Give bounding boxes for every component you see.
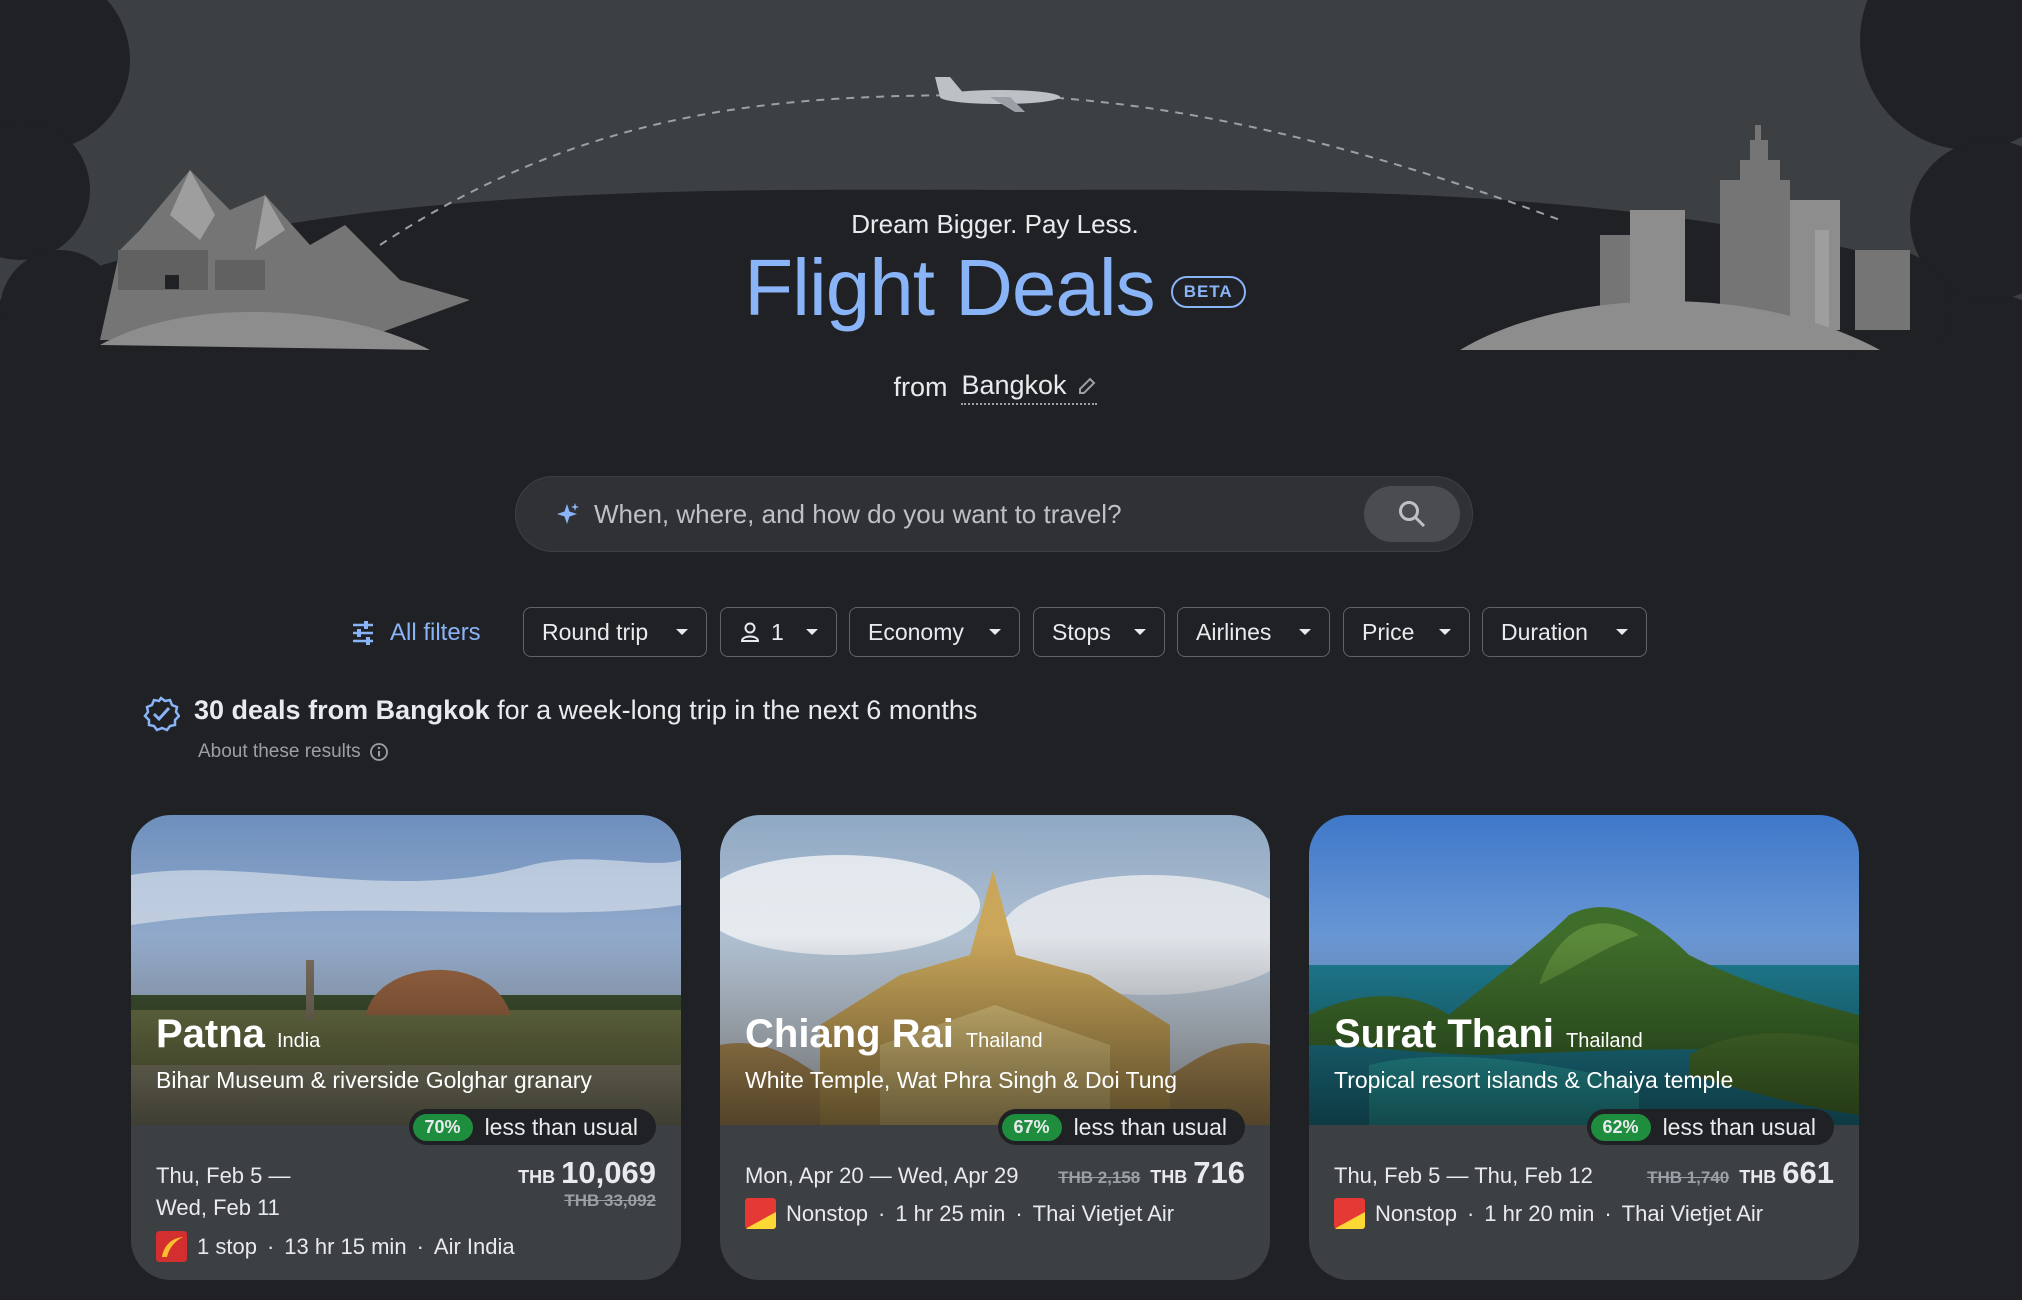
vietjet-logo [1334, 1198, 1365, 1229]
search-input[interactable] [592, 497, 1364, 531]
usual-price: THB 1,740 [1647, 1168, 1730, 1187]
savings-percent: 62% [1590, 1113, 1651, 1141]
destination-description: White Temple, Wat Phra Singh & Doi Tung [745, 1067, 1178, 1093]
passengers-count: 1 [771, 618, 784, 645]
price-amount: 10,069 [561, 1155, 656, 1190]
savings-label: less than usual [1662, 1113, 1816, 1140]
filter-sliders-icon [353, 621, 373, 645]
stops-info: Nonstop [1375, 1200, 1457, 1226]
chevron-down-icon [1134, 629, 1146, 635]
price-label: Price [1362, 618, 1415, 645]
edit-pencil-icon [1078, 377, 1095, 394]
deals-description: for a week-long trip in the next 6 month… [489, 695, 978, 725]
search-icon [1399, 501, 1426, 528]
savings-percent: 67% [1001, 1113, 1062, 1141]
flight-info: Nonstop · 1 hr 20 min · Thai Vietjet Air [1334, 1198, 1763, 1229]
deal-card-patna[interactable]: Patna India Bihar Museum & riverside Gol… [131, 815, 681, 1280]
stops-label: Stops [1052, 618, 1111, 645]
trip-type-dropdown[interactable]: Round trip [523, 607, 707, 657]
from-label: from [893, 372, 948, 402]
destination-city: Chiang Rai [745, 1012, 954, 1056]
deals-count: 30 deals from Bangkok [194, 695, 490, 725]
flight-info: Nonstop · 1 hr 25 min · Thai Vietjet Air [745, 1198, 1174, 1229]
duration-label: Duration [1501, 618, 1588, 645]
passengers-dropdown[interactable]: 1 [720, 607, 837, 657]
airline-name: Air India [433, 1233, 515, 1259]
tagline: Dream Bigger. Pay Less. [851, 209, 1139, 239]
cabin-class-label: Economy [868, 618, 964, 645]
savings-label: less than usual [484, 1113, 638, 1140]
info-icon [369, 743, 388, 761]
chevron-down-icon [989, 629, 1001, 635]
airlines-label: Airlines [1196, 618, 1272, 645]
deal-price: THB 10,069 THB 33,092 [518, 1155, 656, 1211]
deal-badge-icon [143, 696, 180, 732]
deal-card-chiang-rai[interactable]: Chiang Rai Thailand White Temple, Wat Ph… [720, 815, 1270, 1280]
sparkle-icon [557, 503, 579, 524]
stops-info: 1 stop [197, 1233, 257, 1259]
air-india-logo [156, 1231, 187, 1262]
deal-price: THB 2,158 THB 716 [1058, 1155, 1245, 1191]
vietjet-logo [745, 1198, 776, 1229]
search-button[interactable] [1364, 486, 1460, 542]
airline-name: Thai Vietjet Air [1621, 1200, 1764, 1226]
stops-dropdown[interactable]: Stops [1033, 607, 1165, 657]
chevron-down-icon [1439, 629, 1451, 635]
duration-dropdown[interactable]: Duration [1482, 607, 1647, 657]
price-currency: THB [1150, 1167, 1188, 1187]
trip-dates: Thu, Feb 5 — Wed, Feb 11 [156, 1163, 291, 1220]
trip-dates: Thu, Feb 5 — Thu, Feb 12 [1334, 1163, 1593, 1188]
flight-info: 1 stop · 13 hr 15 min · Air India [156, 1231, 515, 1262]
destination-country: Thailand [965, 1030, 1043, 1052]
chevron-down-icon [676, 629, 688, 635]
savings-badge: 62% less than usual [1586, 1109, 1834, 1145]
all-filters-label: All filters [390, 619, 481, 646]
savings-percent: 70% [412, 1113, 473, 1141]
price-currency: THB [1739, 1167, 1777, 1187]
savings-badge: 67% less than usual [997, 1109, 1245, 1145]
usual-price: THB 2,158 [1058, 1168, 1141, 1187]
destination-country: India [276, 1030, 321, 1052]
results-summary: 30 deals from Bangkok for a week-long tr… [142, 695, 977, 733]
price-currency: THB [518, 1167, 556, 1187]
destination-city: Surat Thani [1334, 1012, 1555, 1056]
origin-selector[interactable]: Bangkok [961, 370, 1097, 405]
savings-badge: 70% less than usual [408, 1109, 656, 1145]
destination-description: Tropical resort islands & Chaiya temple [1334, 1067, 1734, 1093]
deal-price: THB 1,740 THB 661 [1647, 1155, 1834, 1191]
price-dropdown[interactable]: Price [1343, 607, 1470, 657]
chevron-down-icon [1616, 629, 1628, 635]
filter-bar: All filters Round trip 1 Economy Stops A… [0, 607, 2022, 659]
about-results-link[interactable]: About these results [198, 741, 389, 763]
flight-duration: 1 hr 25 min [895, 1200, 1006, 1226]
flight-duration: 1 hr 20 min [1484, 1200, 1595, 1226]
usual-price: THB 33,092 [564, 1191, 656, 1210]
airline-name: Thai Vietjet Air [1032, 1200, 1175, 1226]
all-filters-button[interactable]: All filters [350, 607, 481, 659]
savings-label: less than usual [1073, 1113, 1227, 1140]
price-amount: 716 [1193, 1155, 1245, 1190]
about-results-label: About these results [198, 741, 361, 762]
person-icon [740, 622, 760, 642]
origin-city: Bangkok [961, 370, 1067, 400]
flight-duration: 13 hr 15 min [284, 1233, 407, 1259]
deal-card-surat-thani[interactable]: Surat Thani Thailand Tropical resort isl… [1309, 815, 1859, 1280]
cabin-class-dropdown[interactable]: Economy [849, 607, 1020, 657]
chevron-down-icon [806, 629, 818, 635]
search-box [515, 476, 1473, 552]
trip-type-label: Round trip [542, 618, 649, 645]
destination-description: Bihar Museum & riverside Golghar granary [156, 1067, 592, 1093]
trip-dates: Mon, Apr 20 — Wed, Apr 29 [745, 1163, 1019, 1188]
stops-info: Nonstop [786, 1200, 868, 1226]
airlines-dropdown[interactable]: Airlines [1177, 607, 1330, 657]
chevron-down-icon [1299, 629, 1311, 635]
page-title: Flight Deals [744, 243, 1155, 332]
price-amount: 661 [1782, 1155, 1834, 1190]
beta-badge: BETA [1170, 276, 1246, 308]
destination-country: Thailand [1566, 1030, 1643, 1052]
destination-city: Patna [156, 1012, 265, 1056]
